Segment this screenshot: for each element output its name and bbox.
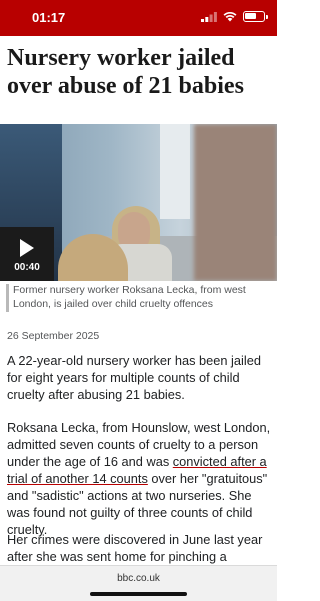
article-paragraph-1: A 22-year-old nursery worker has been ja…: [7, 353, 261, 402]
article-headline: Nursery worker jailed over abuse of 21 b…: [7, 45, 244, 99]
battery-icon: [243, 11, 268, 22]
home-indicator: [90, 592, 187, 596]
status-icons: [201, 11, 268, 22]
article-paragraph-2: Roksana Lecka, from Hounslow, west Londo…: [7, 420, 271, 537]
browser-address-bar[interactable]: bbc.co.uk: [0, 565, 277, 601]
image-caption: Former nursery worker Roksana Lecka, fro…: [13, 284, 246, 310]
video-duration: 00:40: [14, 262, 40, 273]
wifi-icon: [223, 11, 237, 22]
url-text: bbc.co.uk: [117, 573, 160, 584]
video-player[interactable]: 00:40: [0, 124, 277, 281]
status-bar: 01:17: [0, 0, 277, 36]
signal-icon: [201, 11, 217, 22]
publish-date: 26 September 2025: [7, 330, 100, 342]
play-button[interactable]: 00:40: [0, 227, 54, 281]
status-time: 01:17: [32, 10, 66, 25]
caption-divider: [6, 284, 9, 312]
play-icon: [20, 239, 34, 257]
